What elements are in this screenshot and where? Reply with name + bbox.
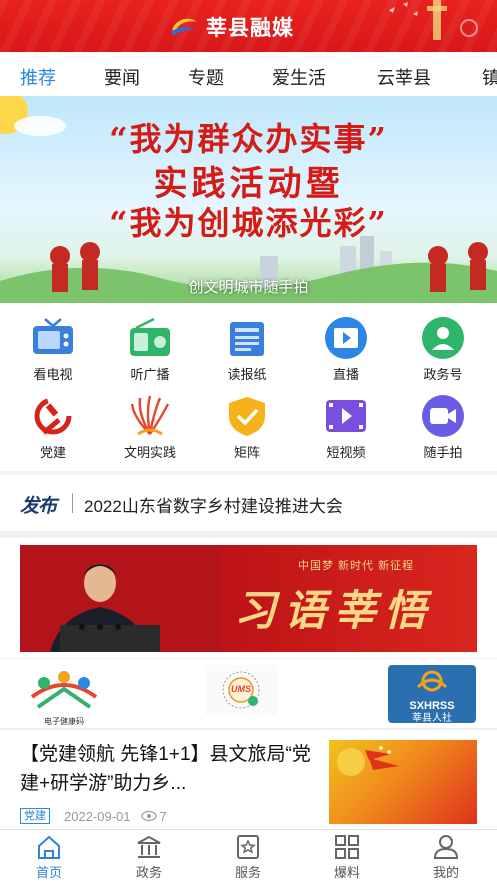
tab-town[interactable]: 镇 — [482, 64, 497, 90]
service-live[interactable]: 直播 — [306, 316, 386, 383]
banner-slogan-line-3: “我为创城添光彩” — [109, 204, 388, 242]
service-grid: 看电视 听广播 读报纸 直播 政务号 党建 文明实践 矩阵 短视频 随手拍 — [0, 303, 497, 471]
partner-links: 电子健康码 UMS SXHRSS 莘县人社 — [0, 658, 497, 728]
service-icon — [237, 835, 259, 859]
radio-icon — [130, 317, 170, 356]
tab-love-life[interactable]: 爱生活 — [272, 64, 326, 90]
service-label: 短视频 — [326, 445, 366, 460]
announcement-bar[interactable]: 发布 2022山东省数字乡村建设推进大会 — [0, 475, 497, 531]
nav-government[interactable]: 政务 — [114, 834, 184, 881]
newspaper-icon — [230, 322, 264, 356]
sxhrss-link[interactable]: SXHRSS 莘县人社 — [388, 665, 476, 724]
feature-title: 习语莘悟 — [234, 586, 435, 635]
news-meta: 党建 2022-09-01 7 — [20, 808, 167, 824]
profile-icon — [433, 835, 459, 859]
health-code-caption: 电子健康码 — [44, 717, 84, 726]
bottom-navigation: 首页 政务 服务 爆料 我的 — [0, 829, 497, 883]
service-label: 随手拍 — [423, 445, 463, 460]
app-header: 莘县融媒 — [0, 0, 497, 52]
news-date: 2022-09-01 — [64, 808, 131, 824]
feature-subtitle: 中国梦 新时代 新征程 — [298, 560, 415, 572]
home-icon — [38, 835, 60, 859]
party-emblem-thumbnail — [337, 746, 399, 776]
nav-label: 服务 — [234, 865, 261, 880]
news-headline[interactable]: 【党建领航 先锋1+1】县文旅局“党建+研学游”助力乡... — [20, 740, 316, 798]
app-brand: 莘县融媒 — [170, 14, 294, 40]
feature-portrait — [20, 545, 220, 652]
service-label: 政务号 — [423, 367, 463, 382]
nav-profile[interactable]: 我的 — [411, 834, 481, 881]
eye-icon — [140, 810, 157, 822]
service-matrix[interactable]: 矩阵 — [207, 394, 287, 461]
nav-service[interactable]: 服务 — [213, 834, 283, 881]
feature-section: 中国梦 新时代 新征程 习语莘悟 — [0, 538, 497, 658]
tab-topics[interactable]: 专题 — [188, 64, 224, 90]
service-watch-tv[interactable]: 看电视 — [13, 316, 93, 383]
app-logo-icon — [171, 18, 197, 36]
nav-home[interactable]: 首页 — [14, 834, 84, 881]
short-video-icon — [326, 400, 366, 432]
tv-icon — [33, 318, 73, 354]
channel-tabs: 推荐 要闻 专题 爱生活 云莘县 镇 — [0, 52, 497, 96]
app-title: 莘县融媒 — [206, 17, 294, 40]
banner-slogan-line-1: “我为群众办实事” — [109, 120, 388, 158]
service-label: 读报纸 — [227, 367, 267, 382]
header-decoration — [389, 0, 478, 40]
government-icon — [137, 835, 161, 858]
health-code-link[interactable]: 电子健康码 — [22, 667, 106, 726]
service-label: 直播 — [332, 367, 359, 382]
tab-cloud-county[interactable]: 云莘县 — [377, 64, 431, 90]
party-emblem-icon — [34, 397, 72, 435]
service-party-building[interactable]: 党建 — [13, 394, 93, 461]
civilization-practice-icon — [130, 395, 170, 436]
news-list-item[interactable]: 【党建领航 先锋1+1】县文旅局“党建+研学游”助力乡... 党建 2022-0… — [0, 729, 497, 829]
nav-label: 爆料 — [333, 865, 360, 880]
nav-tip-off[interactable]: 爆料 — [312, 834, 382, 881]
announcement-text[interactable]: 2022山东省数字乡村建设推进大会 — [84, 492, 343, 517]
government-account-icon — [422, 317, 464, 359]
service-read-newspaper[interactable]: 读报纸 — [207, 316, 287, 383]
feature-card[interactable]: 中国梦 新时代 新征程 习语莘悟 — [20, 545, 477, 652]
service-short-video[interactable]: 短视频 — [306, 394, 386, 461]
tab-recommend[interactable]: 推荐 — [20, 64, 56, 90]
camera-icon — [422, 395, 464, 437]
tab-headlines[interactable]: 要闻 — [104, 64, 140, 90]
service-listen-radio[interactable]: 听广播 — [110, 316, 190, 383]
announcement-divider — [72, 493, 73, 513]
nav-label: 政务 — [135, 865, 162, 880]
news-view-count: 7 — [159, 808, 167, 824]
sxhrss-caption-cn: 莘县人社 — [412, 713, 452, 724]
live-icon — [325, 317, 367, 359]
nav-label: 首页 — [35, 865, 62, 880]
sxhrss-logo-icon — [416, 670, 448, 692]
banner-caption: 创文明城市随手拍 — [188, 279, 309, 296]
service-label: 党建 — [39, 445, 66, 460]
ums-caption: UMS — [231, 684, 251, 694]
ums-link[interactable]: UMS — [205, 665, 277, 715]
service-government-account[interactable]: 政务号 — [403, 316, 483, 383]
news-thumbnail[interactable] — [329, 740, 477, 824]
news-category-badge: 党建 — [20, 808, 50, 824]
service-civilization-practice[interactable]: 文明实践 — [110, 394, 190, 461]
service-label: 矩阵 — [233, 445, 260, 460]
hero-banner[interactable]: “我为群众办实事” 实践活动暨 “我为创城添光彩” 创文明城市随手拍 — [0, 96, 497, 303]
sxhrss-caption: SXHRSS — [409, 700, 455, 712]
nav-label: 我的 — [432, 865, 459, 880]
health-code-logo-icon — [30, 671, 98, 709]
service-label: 听广播 — [130, 367, 170, 382]
announcement-tag: 发布 — [20, 496, 57, 517]
service-label: 看电视 — [33, 367, 73, 382]
service-label: 文明实践 — [123, 445, 176, 460]
service-snap-photo[interactable]: 随手拍 — [403, 394, 483, 461]
matrix-shield-icon — [229, 397, 265, 436]
tip-off-icon — [335, 835, 359, 859]
